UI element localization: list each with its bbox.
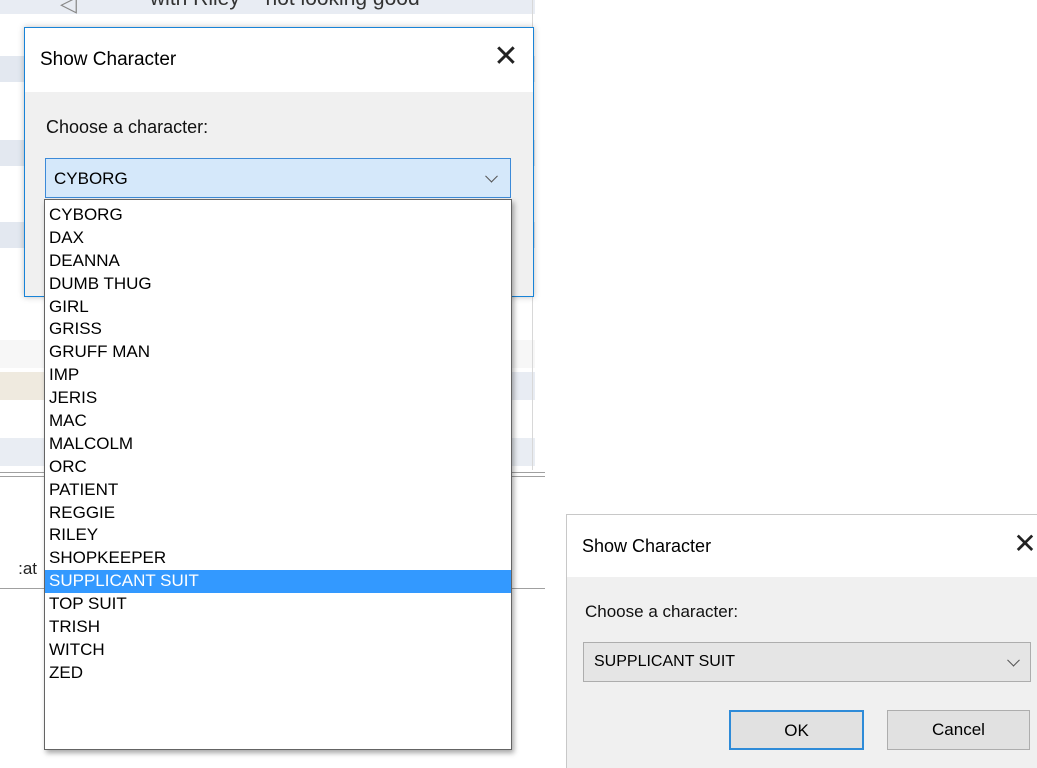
close-icon[interactable]: ✕ [1008,527,1037,561]
dropdown-option[interactable]: DUMB THUG [45,273,511,296]
background-stripe [0,372,44,400]
dropdown-option[interactable]: TOP SUIT [45,593,511,616]
dropdown-option[interactable]: MALCOLM [45,433,511,456]
dropdown-option[interactable]: PATIENT [45,479,511,502]
dropdown-option[interactable]: ZED [45,662,511,685]
dropdown-option[interactable]: DAX [45,227,511,250]
dropdown-option[interactable]: SUPPLICANT SUIT [45,570,511,594]
dropdown-option[interactable]: GRISS [45,318,511,341]
cancel-button[interactable]: Cancel [887,710,1030,750]
combobox-value: CYBORG [54,169,128,188]
speaker-icon: ◁ [60,0,77,14]
dropdown-option[interactable]: CYBORG [45,204,511,227]
background-field-label: at: [18,559,37,578]
dropdown-option[interactable]: GIRL [45,296,511,319]
background-row-text: with Riley -- not looking good [150,0,420,11]
dropdown-option[interactable]: SHOPKEEPER [45,547,511,570]
combobox-value: SUPPLICANT SUIT [594,653,736,670]
chevron-down-icon [485,169,498,183]
dropdown-option[interactable]: DEANNA [45,250,511,273]
background-list-row: ◁ with Riley -- not looking good [0,0,535,14]
dialog-titlebar: Show Character ✕ [25,28,533,92]
character-combobox[interactable]: SUPPLICANT SUIT [583,642,1031,682]
dropdown-option[interactable]: JERIS [45,387,511,410]
dialog-titlebar: Show Character ✕ [567,515,1037,577]
choose-character-label: Choose a character: [46,117,209,137]
dialog-title: Show Character [40,49,177,70]
ok-button[interactable]: OK [729,710,864,750]
left-screenshot: ◁ with Riley -- not looking good at: Sho… [0,0,550,767]
show-character-dialog: Show Character ✕ Choose a character: SUP… [566,514,1037,768]
dropdown-option[interactable]: REGGIE [45,502,511,525]
dropdown-option[interactable]: IMP [45,364,511,387]
dialog-title: Show Character [582,536,712,556]
dropdown-option[interactable]: MAC [45,410,511,433]
character-combobox[interactable]: CYBORG [45,158,511,198]
dropdown-option[interactable]: RILEY [45,524,511,547]
choose-character-label: Choose a character: [585,602,739,621]
dropdown-option[interactable]: WITCH [45,639,511,662]
dropdown-option[interactable]: GRUFF MAN [45,341,511,364]
dropdown-option[interactable]: TRISH [45,616,511,639]
character-dropdown-list[interactable]: CYBORG DAX DEANNA DUMB THUG GIRL GRISS GRUFF M… [44,199,512,750]
dropdown-option[interactable]: ORC [45,456,511,479]
chevron-down-icon [1007,653,1020,667]
close-icon[interactable]: ✕ [489,40,523,74]
